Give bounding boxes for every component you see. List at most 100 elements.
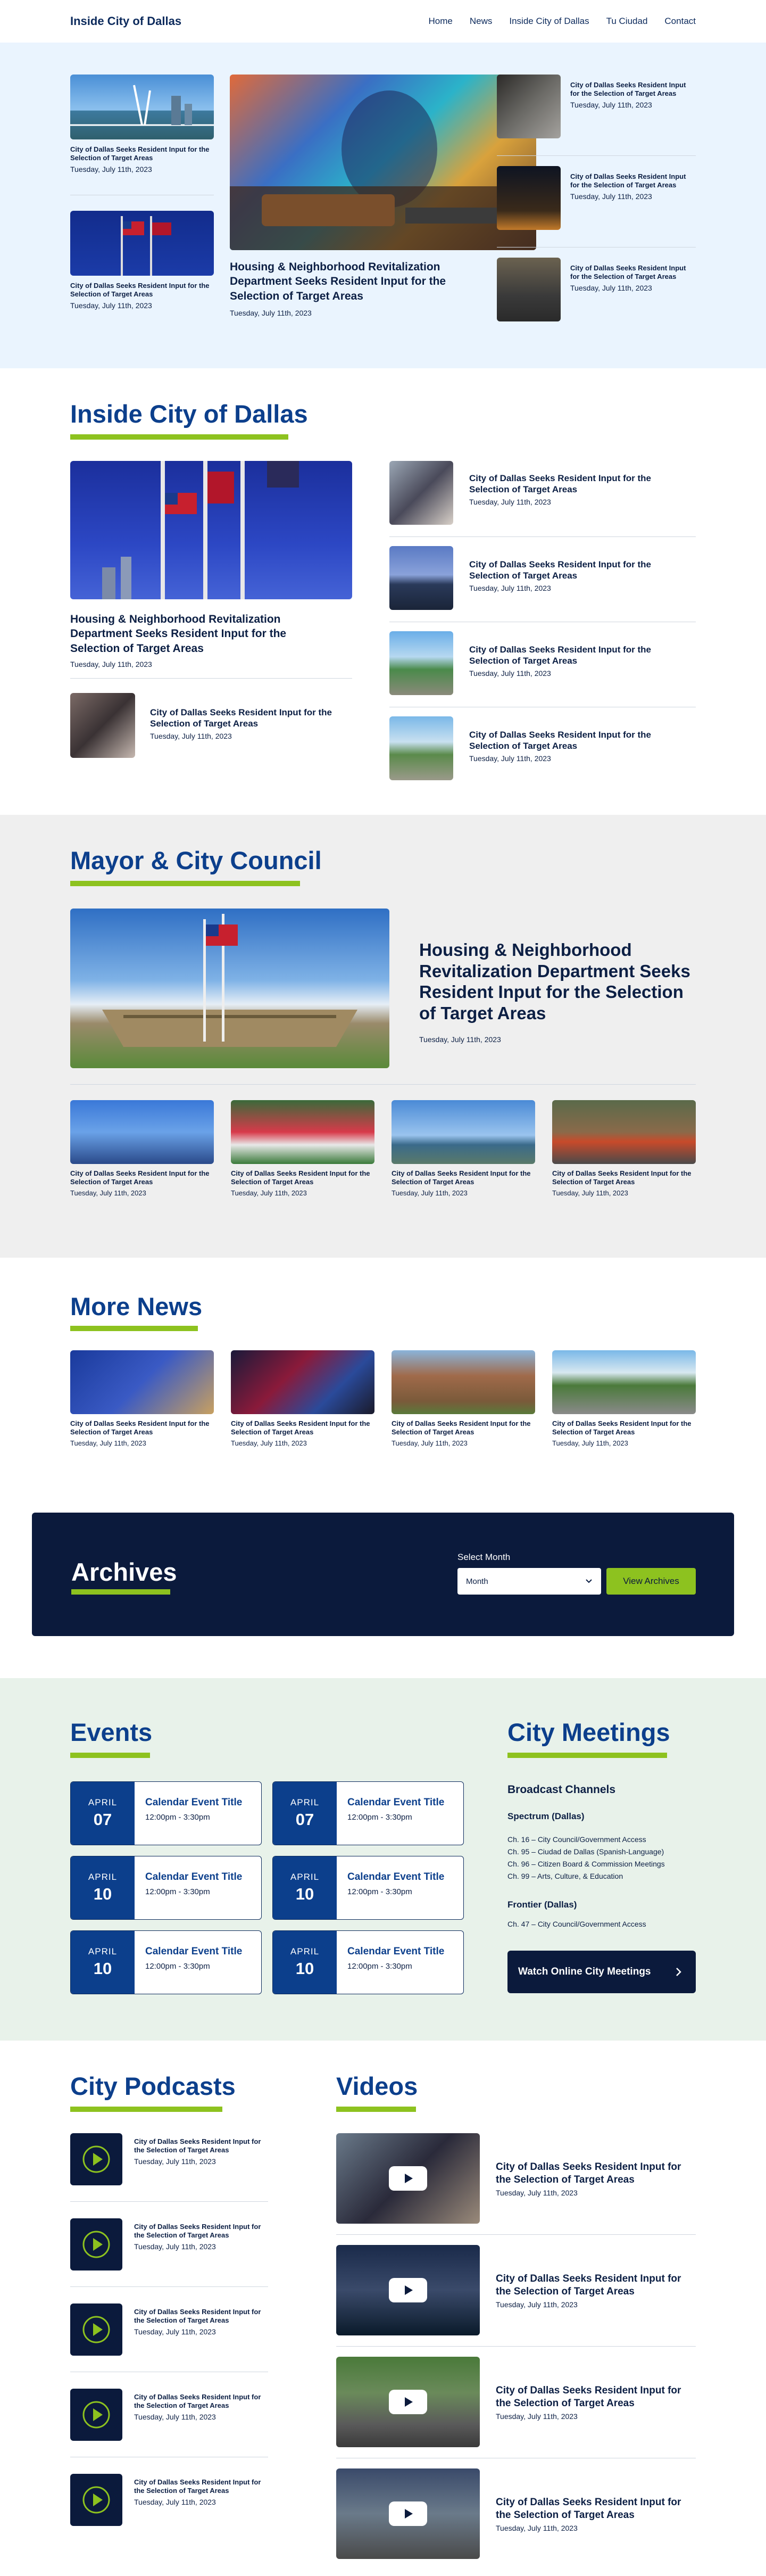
mayor-card-image-1[interactable] bbox=[70, 1100, 214, 1164]
watch-meetings-button[interactable]: Watch Online City Meetings bbox=[507, 1951, 696, 1993]
hero-left-story-1[interactable]: City of Dallas Seeks Resident Input for … bbox=[70, 145, 214, 174]
event-title[interactable]: Calendar Event Title bbox=[347, 1871, 444, 1883]
more-card-image-4[interactable] bbox=[552, 1350, 696, 1414]
play-button[interactable] bbox=[389, 2501, 427, 2526]
hero-right-image-1[interactable] bbox=[497, 75, 561, 138]
featured-title[interactable]: Housing & Neighborhood Revitalization De… bbox=[419, 939, 696, 1023]
inside-small-image[interactable] bbox=[70, 693, 135, 758]
event-title[interactable]: Calendar Event Title bbox=[347, 1797, 444, 1809]
play-button[interactable] bbox=[389, 2278, 427, 2302]
mayor-card-2[interactable]: City of Dallas Seeks Resident Input for … bbox=[231, 1169, 374, 1197]
more-card-image-1[interactable] bbox=[70, 1350, 214, 1414]
event-title[interactable]: Calendar Event Title bbox=[145, 1946, 242, 1958]
podcast-thumbnail[interactable] bbox=[70, 2303, 122, 2356]
podcast-item[interactable]: City of Dallas Seeks Resident Input for … bbox=[134, 2223, 262, 2251]
mayor-card-image-3[interactable] bbox=[392, 1100, 535, 1164]
story-title[interactable]: City of Dallas Seeks Resident Input for … bbox=[469, 559, 693, 582]
event-card[interactable]: APRIL 10 Calendar Event Title 12:00pm - 3:… bbox=[272, 1930, 464, 1994]
mayor-card-image-4[interactable] bbox=[552, 1100, 696, 1164]
more-card-image-2[interactable] bbox=[231, 1350, 374, 1414]
event-card[interactable]: APRIL 07 Calendar Event Title 12:00pm - 3:… bbox=[272, 1781, 464, 1845]
event-title[interactable]: Calendar Event Title bbox=[145, 1797, 242, 1809]
card-title[interactable]: City of Dallas Seeks Resident Input for … bbox=[231, 1169, 374, 1187]
card-title[interactable]: City of Dallas Seeks Resident Input for … bbox=[70, 1169, 214, 1187]
story-title[interactable]: City of Dallas Seeks Resident Input for … bbox=[570, 81, 696, 98]
story-title[interactable]: City of Dallas Seeks Resident Input for … bbox=[70, 282, 214, 299]
story-title[interactable]: City of Dallas Seeks Resident Input for … bbox=[570, 172, 696, 190]
inside-featured-image[interactable] bbox=[70, 461, 352, 599]
mayor-card-4[interactable]: City of Dallas Seeks Resident Input for … bbox=[552, 1169, 696, 1197]
hero-right-image-2[interactable] bbox=[497, 166, 561, 230]
hero-left-story-2[interactable]: City of Dallas Seeks Resident Input for … bbox=[70, 282, 214, 310]
video-item[interactable]: City of Dallas Seeks Resident Input for … bbox=[496, 2273, 696, 2309]
inside-right-story-4[interactable]: City of Dallas Seeks Resident Input for … bbox=[469, 729, 693, 763]
card-title[interactable]: City of Dallas Seeks Resident Input for … bbox=[392, 1169, 535, 1187]
play-button[interactable] bbox=[389, 2390, 427, 2414]
more-card-1[interactable]: City of Dallas Seeks Resident Input for … bbox=[70, 1419, 214, 1447]
video-title[interactable]: City of Dallas Seeks Resident Input for … bbox=[496, 2161, 696, 2186]
story-title[interactable]: City of Dallas Seeks Resident Input for … bbox=[469, 644, 693, 667]
card-title[interactable]: City of Dallas Seeks Resident Input for … bbox=[552, 1169, 696, 1187]
nav-tu-ciudad[interactable]: Tu Ciudad bbox=[606, 16, 648, 27]
mayor-card-3[interactable]: City of Dallas Seeks Resident Input for … bbox=[392, 1169, 535, 1197]
video-item[interactable]: City of Dallas Seeks Resident Input for … bbox=[496, 2384, 696, 2421]
podcast-thumbnail[interactable] bbox=[70, 2474, 122, 2526]
event-title[interactable]: Calendar Event Title bbox=[145, 1871, 242, 1883]
month-select[interactable]: Month bbox=[457, 1568, 601, 1595]
event-title[interactable]: Calendar Event Title bbox=[347, 1946, 444, 1958]
hero-left-image-2[interactable] bbox=[70, 211, 214, 276]
inside-featured-story[interactable]: Housing & Neighborhood Revitalization De… bbox=[70, 612, 320, 668]
nav-inside[interactable]: Inside City of Dallas bbox=[509, 16, 589, 27]
story-title[interactable]: City of Dallas Seeks Resident Input for … bbox=[469, 473, 693, 496]
mayor-card-image-2[interactable] bbox=[231, 1100, 374, 1164]
nav-contact[interactable]: Contact bbox=[664, 16, 696, 27]
video-title[interactable]: City of Dallas Seeks Resident Input for … bbox=[496, 2496, 696, 2522]
podcast-thumbnail[interactable] bbox=[70, 2133, 122, 2185]
event-card[interactable]: APRIL 10 Calendar Event Title 12:00pm - 3:… bbox=[70, 1930, 262, 1994]
more-card-image-3[interactable] bbox=[392, 1350, 535, 1414]
video-item[interactable]: City of Dallas Seeks Resident Input for … bbox=[496, 2161, 696, 2197]
hero-left-image-1[interactable] bbox=[70, 75, 214, 139]
podcast-item[interactable]: City of Dallas Seeks Resident Input for … bbox=[134, 2478, 262, 2506]
podcast-title[interactable]: City of Dallas Seeks Resident Input for … bbox=[134, 2308, 262, 2325]
mayor-featured-story[interactable]: Housing & Neighborhood Revitalization De… bbox=[419, 939, 696, 1044]
hero-right-story-1[interactable]: City of Dallas Seeks Resident Input for … bbox=[570, 81, 696, 109]
podcast-item[interactable]: City of Dallas Seeks Resident Input for … bbox=[134, 2393, 262, 2421]
event-card[interactable]: APRIL 10 Calendar Event Title 12:00pm - 3:… bbox=[272, 1856, 464, 1920]
nav-home[interactable]: Home bbox=[428, 16, 452, 27]
featured-title[interactable]: Housing & Neighborhood Revitalization De… bbox=[70, 612, 320, 656]
event-card[interactable]: APRIL 07 Calendar Event Title 12:00pm - 3:… bbox=[70, 1781, 262, 1845]
video-thumbnail[interactable] bbox=[336, 2245, 480, 2335]
inside-right-story-1[interactable]: City of Dallas Seeks Resident Input for … bbox=[469, 473, 693, 506]
inside-right-story-3[interactable]: City of Dallas Seeks Resident Input for … bbox=[469, 644, 693, 678]
event-card[interactable]: APRIL 10 Calendar Event Title 12:00pm - 3:… bbox=[70, 1856, 262, 1920]
video-thumbnail[interactable] bbox=[336, 2468, 480, 2559]
inside-right-image-3[interactable] bbox=[389, 631, 453, 695]
podcast-item[interactable]: City of Dallas Seeks Resident Input for … bbox=[134, 2137, 262, 2166]
inside-small-story[interactable]: City of Dallas Seeks Resident Input for … bbox=[150, 707, 352, 740]
hero-featured-image[interactable] bbox=[230, 75, 536, 250]
more-card-4[interactable]: City of Dallas Seeks Resident Input for … bbox=[552, 1419, 696, 1447]
story-title[interactable]: City of Dallas Seeks Resident Input for … bbox=[150, 707, 352, 730]
more-card-3[interactable]: City of Dallas Seeks Resident Input for … bbox=[392, 1419, 535, 1447]
card-title[interactable]: City of Dallas Seeks Resident Input for … bbox=[231, 1419, 374, 1437]
podcast-title[interactable]: City of Dallas Seeks Resident Input for … bbox=[134, 2137, 262, 2155]
site-logo[interactable]: Inside City of Dallas bbox=[70, 14, 181, 28]
podcast-title[interactable]: City of Dallas Seeks Resident Input for … bbox=[134, 2478, 262, 2496]
story-title[interactable]: City of Dallas Seeks Resident Input for … bbox=[570, 264, 696, 282]
inside-right-image-2[interactable] bbox=[389, 546, 453, 610]
podcast-thumbnail[interactable] bbox=[70, 2389, 122, 2441]
video-title[interactable]: City of Dallas Seeks Resident Input for … bbox=[496, 2384, 696, 2410]
card-title[interactable]: City of Dallas Seeks Resident Input for … bbox=[552, 1419, 696, 1437]
view-archives-button[interactable]: View Archives bbox=[606, 1568, 696, 1595]
video-title[interactable]: City of Dallas Seeks Resident Input for … bbox=[496, 2273, 696, 2298]
podcast-title[interactable]: City of Dallas Seeks Resident Input for … bbox=[134, 2393, 262, 2410]
card-title[interactable]: City of Dallas Seeks Resident Input for … bbox=[70, 1419, 214, 1437]
card-title[interactable]: City of Dallas Seeks Resident Input for … bbox=[392, 1419, 535, 1437]
mayor-featured-image[interactable] bbox=[70, 909, 389, 1068]
inside-right-story-2[interactable]: City of Dallas Seeks Resident Input for … bbox=[469, 559, 693, 592]
mayor-card-1[interactable]: City of Dallas Seeks Resident Input for … bbox=[70, 1169, 214, 1197]
hero-featured-story[interactable]: Housing & Neighborhood Revitalization De… bbox=[230, 260, 474, 317]
story-title[interactable]: City of Dallas Seeks Resident Input for … bbox=[469, 729, 693, 752]
hero-right-story-3[interactable]: City of Dallas Seeks Resident Input for … bbox=[570, 264, 696, 292]
